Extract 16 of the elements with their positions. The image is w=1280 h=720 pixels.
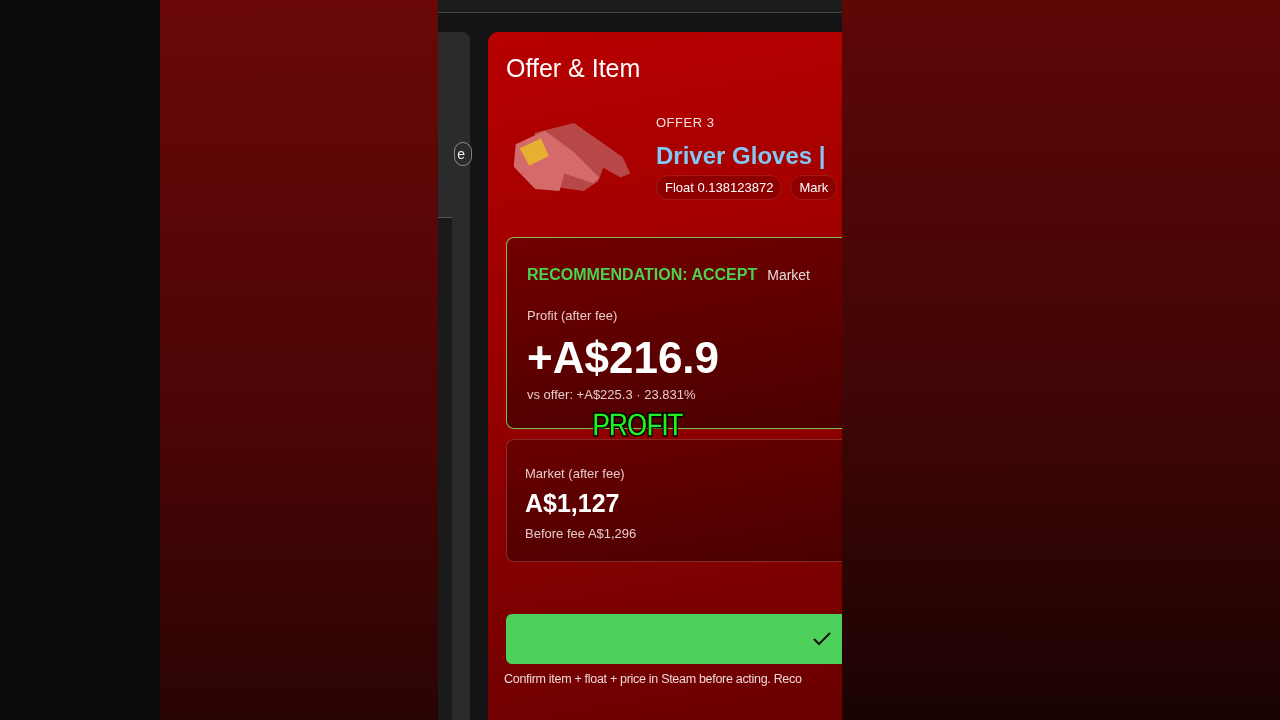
vs-offer-text: vs offer: +A$225.3 · 23.831% <box>527 387 697 402</box>
recommendation-label: RECOMMENDATION: ACCEPT <box>527 266 758 284</box>
item-name: Driver Gloves | <box>656 141 827 170</box>
market-label: Market (after fee) <box>525 466 626 481</box>
profit-label: Profit (after fee) <box>527 308 619 323</box>
info-chip: Mark <box>790 174 838 200</box>
profit-value: +A$216.9 <box>527 333 721 383</box>
confirm-button[interactable] <box>506 614 842 664</box>
check-icon <box>812 631 832 647</box>
info-chip: Float 0.138123872 <box>656 174 783 200</box>
footer-note: Confirm item + float + price in Steam before acting. Reco <box>504 672 803 686</box>
offer-label: OFFER 3 <box>656 114 716 130</box>
before-fee-text: Before fee A$1,296 <box>525 526 638 541</box>
card-title: Offer & Item <box>506 54 642 83</box>
recommendation-note: Market <box>767 267 810 283</box>
market-value: A$1,127 <box>525 489 621 518</box>
